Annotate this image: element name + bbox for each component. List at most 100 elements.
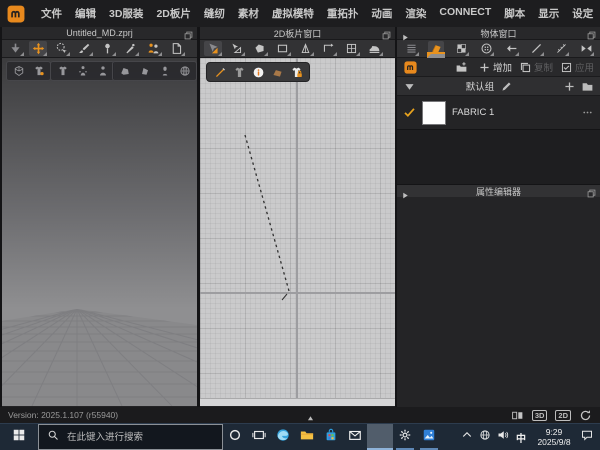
rectangle-icon[interactable] [273,41,291,56]
taskbar-clock[interactable]: 9:29 2025/9/8 [530,424,578,450]
checker-icon[interactable] [453,41,469,56]
float-window-icon[interactable] [183,28,194,39]
taskbar-search[interactable] [38,424,223,450]
transform-pattern-icon[interactable] [204,41,222,56]
settings-button[interactable] [393,424,417,450]
grid-pattern-icon[interactable] [342,41,360,56]
menu-item[interactable]: 重拓扑 [327,6,359,21]
bust-icon[interactable] [157,64,172,78]
fabric-more-icon[interactable] [581,106,594,119]
float-window-icon[interactable] [381,28,392,39]
task-view-button[interactable] [247,424,271,450]
viewport-3d[interactable] [2,58,197,406]
cloth-rock-icon[interactable] [117,64,132,78]
menu-item[interactable]: 编辑 [75,6,96,21]
polygon-icon[interactable] [250,41,268,56]
add-group-plus-icon[interactable] [563,80,576,93]
stitch-icon[interactable] [528,41,544,56]
garment-lock-icon[interactable] [289,65,303,79]
network-button[interactable] [476,424,494,450]
trace-icon[interactable] [319,41,337,56]
simulate-icon[interactable] [6,41,24,56]
menu-item[interactable]: 虚拟模特 [272,6,314,21]
pin-garment-icon[interactable] [31,64,46,78]
property-editor-header[interactable]: 属性编辑器 [397,184,600,197]
fabric-icon[interactable] [428,41,444,56]
float-window-icon[interactable] [586,28,597,39]
ime-button[interactable]: 中 [512,424,530,450]
list-icon[interactable] [403,41,419,56]
gizmo-icon[interactable] [11,64,26,78]
hidden-icons-button[interactable] [458,424,476,450]
menu-item[interactable]: 脚本 [504,6,525,21]
action-center-button[interactable] [578,424,596,450]
photos-button[interactable] [417,424,441,450]
expand-up-icon[interactable] [306,410,315,419]
menu-item[interactable]: 缝纫 [204,6,225,21]
avatar-pair-icon[interactable] [144,41,162,56]
edit-curve-icon[interactable] [227,41,245,56]
active-app-button[interactable] [367,424,393,450]
volume-button[interactable] [494,424,512,450]
avatar-joints-icon[interactable] [75,64,90,78]
rename-pencil-icon[interactable] [500,80,513,93]
menu-item[interactable]: 素材 [238,6,259,21]
export-pattern-icon[interactable] [167,41,185,56]
cloth-flat-icon[interactable] [137,64,152,78]
menu-item[interactable]: 文件 [41,6,62,21]
sync-refresh-icon[interactable] [579,409,592,422]
menu-item[interactable]: 2D板片 [156,6,190,21]
store-button[interactable] [319,424,343,450]
stitch-type-icon[interactable] [553,41,569,56]
edge-button[interactable] [271,424,295,450]
view-3d-badge[interactable]: 3D [532,410,548,421]
menu-item[interactable]: 动画 [371,6,392,21]
info-icon[interactable] [251,65,265,79]
selected-check-icon[interactable] [403,106,416,119]
pattern-canvas[interactable] [200,58,395,406]
canvas-horizontal-scrollbar[interactable] [200,398,395,406]
button-icon[interactable] [478,41,494,56]
fabric-group-header[interactable]: 默认组 [397,76,600,95]
menu-item[interactable]: 显示 [538,6,559,21]
needle-icon[interactable] [121,41,139,56]
menu-item[interactable]: 渲染 [405,6,426,21]
group-folder-icon[interactable] [581,80,594,93]
shirt-icon[interactable] [55,64,70,78]
cortana-button[interactable] [223,424,247,450]
add-folder-icon[interactable] [453,60,471,75]
copy-button[interactable]: 复制 [519,60,553,74]
lasso-icon[interactable] [52,41,70,56]
select-move-icon[interactable] [29,41,47,56]
float-window-icon[interactable] [586,186,597,197]
globe-icon[interactable] [177,64,192,78]
menu-item[interactable]: 3D服装 [109,6,143,21]
apply-button[interactable]: 应用 [560,60,594,74]
view-2d-badge[interactable]: 2D [555,410,571,421]
bowtie-icon[interactable] [578,41,594,56]
start-button[interactable] [0,424,38,450]
person-icon[interactable] [95,64,110,78]
fabric-swatch-icon[interactable] [270,65,284,79]
pattern-window-tab[interactable]: 2D板片窗口 [200,27,395,40]
menu-item[interactable]: 设定 [572,6,593,21]
dart-icon[interactable] [296,41,314,56]
project-tab[interactable]: Untitled_MD.zprj [2,27,197,40]
collapse-arrow-icon[interactable] [401,29,410,38]
collapse-arrow-icon[interactable] [401,187,410,196]
arrow-left-icon[interactable] [503,41,519,56]
menu-item[interactable]: CONNECT [439,6,491,21]
fabric-list-item[interactable]: FABRIC 1 [397,95,600,129]
brush-icon[interactable] [75,41,93,56]
mail-button[interactable] [343,424,367,450]
file-explorer-button[interactable] [295,424,319,450]
object-window-tab[interactable]: 物体窗口 [397,27,600,40]
expand-triangle-icon[interactable] [403,80,416,93]
iron-icon[interactable] [365,41,383,56]
pin-icon[interactable] [98,41,116,56]
add-button[interactable]: 增加 [478,60,512,74]
search-input[interactable] [65,431,214,444]
shirt-icon[interactable] [232,65,246,79]
split-view-icon[interactable] [511,409,524,422]
fabric-swatch[interactable] [422,101,446,125]
